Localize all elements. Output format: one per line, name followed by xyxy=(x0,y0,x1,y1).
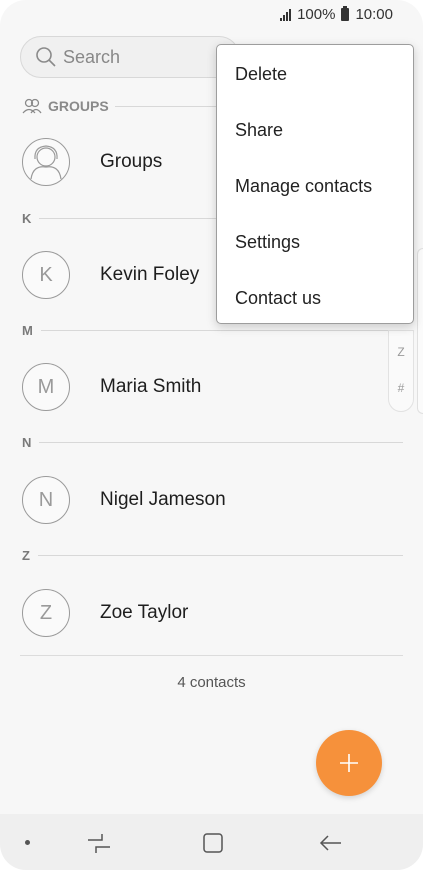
menu-item-delete[interactable]: Delete xyxy=(235,64,287,85)
signal-icon xyxy=(280,8,292,21)
battery-icon xyxy=(341,6,350,21)
groups-icon xyxy=(22,98,42,114)
search-icon xyxy=(36,47,56,67)
status-indicators: 100% 10:00 xyxy=(280,6,393,23)
menu-item-settings[interactable]: Settings xyxy=(235,232,300,253)
index-scroller[interactable]: Z # xyxy=(388,330,414,412)
section-letter: M xyxy=(22,322,33,338)
list-end-divider xyxy=(20,655,403,656)
navigation-bar xyxy=(0,814,423,870)
section-letter: K xyxy=(22,210,32,226)
overflow-menu: Delete Share Manage contacts Settings Co… xyxy=(216,44,414,324)
contact-avatar: M xyxy=(22,363,70,411)
menu-item-manage-contacts[interactable]: Manage contacts xyxy=(235,176,372,197)
contact-name: Nigel Jameson xyxy=(100,489,226,510)
contact-avatar: N xyxy=(22,476,70,524)
groups-header-label: GROUPS xyxy=(48,98,109,114)
groups-row-label: Groups xyxy=(100,151,163,172)
plus-icon xyxy=(340,754,358,772)
contact-row[interactable]: N Nigel Jameson xyxy=(20,472,403,528)
battery-percent: 100% xyxy=(297,6,336,23)
groups-avatar xyxy=(22,138,70,186)
group-avatar-icon xyxy=(30,145,62,180)
index-scroller-handle[interactable] xyxy=(417,248,423,414)
menu-item-contact-us[interactable]: Contact us xyxy=(235,288,321,309)
index-letter[interactable]: Z xyxy=(389,345,413,359)
contact-count: 4 contacts xyxy=(177,674,246,691)
index-letter[interactable]: # xyxy=(389,381,413,395)
contact-name: Kevin Foley xyxy=(100,264,200,285)
section-header-n: N xyxy=(22,433,403,451)
home-icon[interactable] xyxy=(198,828,228,858)
section-divider xyxy=(39,441,403,443)
phone-screen: 100% 10:00 Search GROUPS Groups K K Kevi… xyxy=(0,0,423,870)
contact-avatar: K xyxy=(22,251,70,299)
menu-item-share[interactable]: Share xyxy=(235,120,283,141)
section-letter: Z xyxy=(22,547,30,563)
search-placeholder: Search xyxy=(63,46,121,67)
search-input[interactable]: Search xyxy=(20,36,240,78)
section-letter: N xyxy=(22,434,32,450)
section-divider xyxy=(40,329,403,331)
nav-dot-indicator xyxy=(25,840,30,845)
status-bar: 100% 10:00 xyxy=(0,0,423,32)
section-divider xyxy=(37,554,403,556)
add-contact-button[interactable] xyxy=(316,730,382,796)
back-icon[interactable] xyxy=(316,828,346,858)
recent-apps-icon[interactable] xyxy=(84,828,114,858)
contact-name: Zoe Taylor xyxy=(100,602,189,623)
clock: 10:00 xyxy=(355,6,393,23)
contact-row[interactable]: Z Zoe Taylor xyxy=(20,585,403,641)
contact-avatar: Z xyxy=(22,589,70,637)
contact-name: Maria Smith xyxy=(100,376,202,397)
contact-row[interactable]: M Maria Smith xyxy=(20,359,403,415)
section-header-z: Z xyxy=(22,546,403,564)
